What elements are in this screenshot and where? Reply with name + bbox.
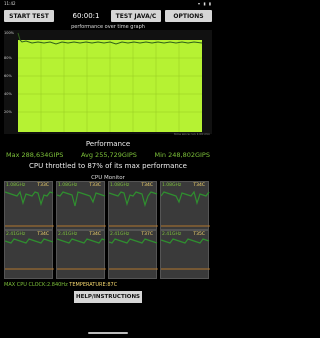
cpu-core-graph: [109, 191, 158, 227]
cpu-core-frequency: 1.08GHz: [6, 183, 26, 188]
y-label-100: 100%: [4, 31, 15, 35]
status-bar: 11:42 ▾ ▮ ▮: [0, 0, 216, 8]
max-stat: Max 288,634GIPS: [6, 151, 64, 159]
cpu-core-3: 1.08GHz T34C: [160, 181, 210, 230]
cpu-core-load-line: [5, 190, 54, 207]
performance-graph: 100% 80% 60% 40% 20%: [4, 30, 212, 134]
performance-stats: Max 288,634GIPS Avg 255,729GIPS Min 248,…: [6, 151, 210, 159]
cpu-core-temperature: T34C: [37, 232, 49, 237]
cpu-core-1: 1.08GHz T33C: [56, 181, 106, 230]
help-button[interactable]: HELP/INSTRUCTIONS: [74, 291, 142, 303]
cpu-core-temperature: T33C: [37, 183, 49, 188]
cpu-core-load-line: [161, 190, 210, 206]
cpu-core-graph: [161, 190, 210, 227]
cpu-core-load-line: [109, 191, 158, 208]
cpu-core-5: 2.41GHz T34C: [56, 230, 106, 279]
y-label-80: 80%: [4, 56, 12, 60]
cpu-core-graph: [161, 238, 210, 270]
cpu-summary: MAX CPU CLOCK:2.840Hz TEMPERATURE:87C: [4, 282, 117, 288]
throttle-text: CPU throttled to 87% of its max performa…: [29, 162, 187, 170]
cpu-core-temperature: T33C: [89, 183, 101, 188]
min-stat: Min 248,802GIPS: [154, 151, 210, 159]
cpu-core-frequency: 1.08GHz: [162, 183, 182, 188]
home-gesture-bar[interactable]: [88, 332, 128, 334]
cpu-core-load-line: [109, 238, 158, 244]
cpu-core-graph: [109, 238, 158, 270]
cpu-core-frequency: 2.41GHz: [162, 232, 182, 237]
navigation-bar: [0, 324, 216, 338]
cpu-core-temperature: T34C: [193, 183, 205, 188]
temperature: TEMPERATURE:87C: [69, 282, 118, 288]
cpu-core-load-line: [161, 238, 210, 244]
cpu-core-0: 1.08GHz T33C: [4, 181, 54, 230]
avg-stat: Avg 255,729GIPS: [80, 151, 137, 159]
cpu-core-graph: [5, 190, 54, 227]
cpu-core-load-line: [57, 191, 106, 207]
status-icons: ▾ ▮ ▮: [198, 1, 212, 6]
cpu-core-temperature: T35C: [193, 232, 205, 237]
options-button[interactable]: OPTIONS: [165, 10, 212, 22]
cpu-core-frequency: 2.41GHz: [58, 232, 78, 237]
cpu-core-temperature: T34C: [89, 232, 101, 237]
y-label-20: 20%: [4, 110, 12, 114]
cpu-core-graph: [5, 238, 54, 270]
cpu-core-7: 2.41GHz T35C: [160, 230, 210, 279]
max-cpu-clock: MAX CPU CLOCK:2.840Hz: [4, 282, 68, 288]
cpu-core-graph: [57, 238, 106, 270]
status-time: 11:42: [4, 1, 16, 6]
timer-display: 60:00:1: [72, 12, 100, 20]
y-label-60: 60%: [4, 74, 12, 78]
cpu-core-6: 2.41GHz T37C: [108, 230, 158, 279]
cpu-core-frequency: 2.41GHz: [110, 232, 130, 237]
cpu-core-temperature: T34C: [141, 183, 153, 188]
cpu-core-4: 2.41GHz T34C: [4, 230, 54, 279]
cpu-core-2: 1.08GHz T34C: [108, 181, 158, 230]
cpu-core-frequency: 2.41GHz: [6, 232, 26, 237]
graph-note: time since run 1:00 min: [174, 132, 210, 136]
y-label-40: 40%: [4, 92, 12, 96]
test-java-button[interactable]: TEST JAVA/C: [111, 10, 161, 22]
cpu-core-load-line: [57, 238, 106, 244]
cpu-core-frequency: 1.08GHz: [110, 183, 130, 188]
cpu-core-load-line: [5, 238, 54, 244]
start-test-button[interactable]: START TEST: [4, 10, 54, 22]
cpu-core-frequency: 1.08GHz: [58, 183, 78, 188]
performance-title: Performance: [85, 140, 131, 148]
cpu-core-temperature: T37C: [141, 232, 153, 237]
cpu-core-graph: [57, 191, 106, 227]
